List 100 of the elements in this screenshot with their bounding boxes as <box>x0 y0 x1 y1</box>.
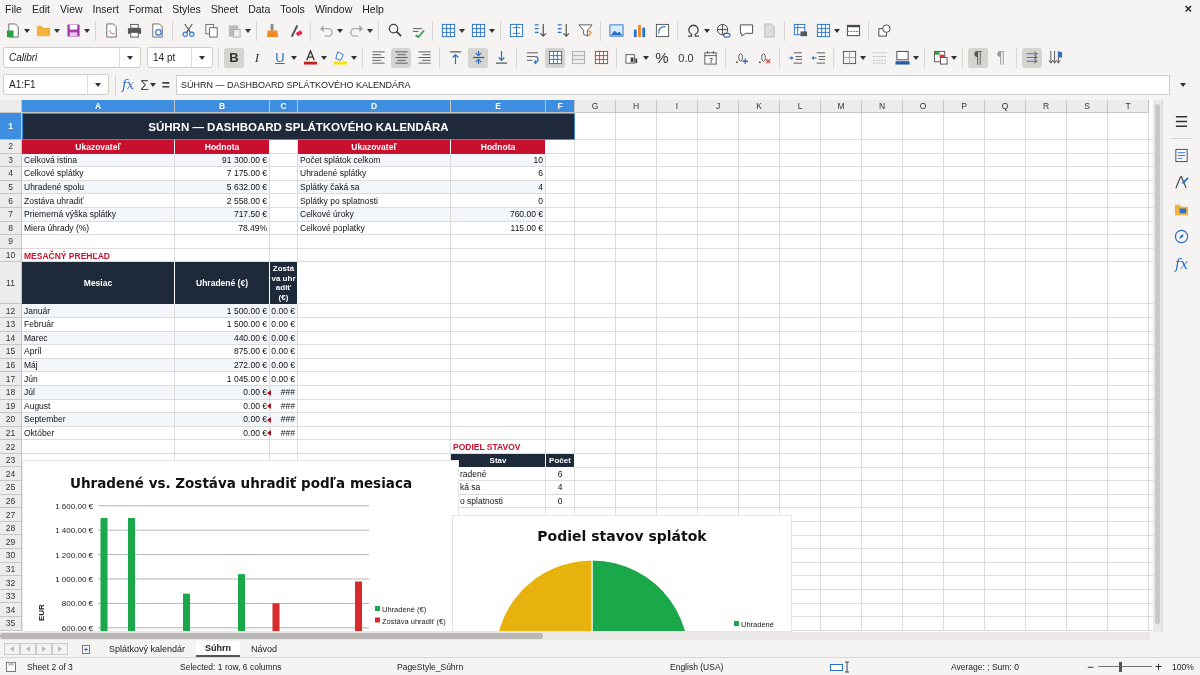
column-header[interactable]: J <box>698 100 739 113</box>
gallery-icon[interactable] <box>1174 202 1189 217</box>
menu-item[interactable]: Data <box>248 2 278 15</box>
number-button[interactable]: 0.0 <box>675 47 697 68</box>
zoom-out-button[interactable]: − <box>1087 659 1094 674</box>
caret-icon[interactable] <box>84 28 90 33</box>
row-header[interactable]: 20 <box>0 413 22 427</box>
align-button[interactable] <box>391 47 411 68</box>
column-header[interactable]: S <box>1067 100 1108 113</box>
row-header[interactable]: 17 <box>0 372 22 386</box>
caret-icon[interactable] <box>489 28 495 33</box>
menu-item[interactable]: Sheet <box>210 2 246 15</box>
name-box[interactable]: A1:F1 <box>3 74 109 95</box>
menu-icon[interactable] <box>1174 114 1189 129</box>
caret-icon[interactable] <box>24 28 30 33</box>
compass-icon[interactable] <box>1174 229 1189 244</box>
properties-icon[interactable] <box>1174 148 1189 163</box>
caret-icon[interactable] <box>337 28 343 33</box>
row-header[interactable]: 34 <box>0 603 22 617</box>
italic-button[interactable]: I <box>247 47 267 68</box>
document-icon[interactable] <box>5 660 17 673</box>
caret-icon[interactable] <box>245 28 251 33</box>
row-header[interactable]: 22 <box>0 440 22 454</box>
row-header[interactable]: 6 <box>0 194 22 208</box>
vertical-scrollbar[interactable] <box>1153 100 1162 632</box>
sum-button[interactable]: Σ <box>140 76 149 93</box>
close-button[interactable]: × <box>1184 1 1192 16</box>
menu-item[interactable]: Edit <box>31 2 57 15</box>
menu-item[interactable]: File <box>5 2 29 15</box>
row-header[interactable]: 29 <box>0 535 22 550</box>
menu-item[interactable]: Tools <box>280 2 312 15</box>
text-direction-button[interactable]: ¶ <box>968 47 988 68</box>
row-header[interactable]: 24 <box>0 467 22 482</box>
function-wizard-button[interactable]: fx <box>122 77 135 92</box>
underline-button[interactable]: U <box>270 47 290 68</box>
sheet-tab[interactable]: Návod <box>242 641 287 656</box>
caret-icon[interactable] <box>459 28 465 33</box>
caret-icon[interactable] <box>1180 82 1186 87</box>
bold-button[interactable]: B <box>224 47 244 68</box>
column-header[interactable]: H <box>616 100 657 113</box>
add-sheet-icon[interactable] <box>80 642 92 655</box>
styles-icon[interactable] <box>1174 175 1189 190</box>
menu-item[interactable]: Window <box>314 2 360 15</box>
row-header[interactable]: 25 <box>0 481 22 495</box>
caret-icon[interactable] <box>913 55 919 60</box>
column-header[interactable]: R <box>1026 100 1067 113</box>
text-flow-button[interactable] <box>1022 47 1042 68</box>
column-header[interactable]: I <box>657 100 698 113</box>
caret-icon[interactable] <box>54 28 60 33</box>
merge-button[interactable] <box>545 47 565 68</box>
caret-icon[interactable] <box>643 55 649 60</box>
sheet-tab[interactable]: Splátkový kalendár <box>100 641 195 656</box>
row-header[interactable]: 11 <box>0 262 22 305</box>
row-header[interactable]: 4 <box>0 167 22 181</box>
zoom-slider-thumb[interactable] <box>1118 661 1122 672</box>
column-header[interactable]: M <box>821 100 862 113</box>
caret-icon[interactable] <box>367 28 373 33</box>
column-header[interactable]: K <box>739 100 780 113</box>
percent-button[interactable]: % <box>652 47 672 68</box>
row-header[interactable]: 2 <box>0 140 22 154</box>
vertical-align-button[interactable] <box>468 47 488 68</box>
row-header[interactable]: 12 <box>0 304 22 318</box>
caret-icon[interactable] <box>321 55 327 60</box>
functions-button[interactable]: fx <box>1174 256 1189 272</box>
row-header[interactable]: 27 <box>0 508 22 522</box>
menu-item[interactable]: Insert <box>92 2 126 15</box>
caret-icon[interactable] <box>95 82 101 87</box>
formula-button[interactable]: = <box>161 76 170 93</box>
zoom-in-button[interactable]: + <box>1155 659 1162 674</box>
row-header[interactable]: 15 <box>0 345 22 359</box>
horizontal-scrollbar[interactable] <box>0 632 1150 640</box>
caret-icon[interactable] <box>127 55 133 60</box>
selection-mode-icon[interactable] <box>830 660 852 673</box>
column-header[interactable]: T <box>1108 100 1149 113</box>
caret-icon[interactable] <box>860 55 866 60</box>
column-header[interactable]: Q <box>985 100 1026 113</box>
caret-icon[interactable] <box>704 28 710 33</box>
caret-icon[interactable] <box>351 55 357 60</box>
row-header[interactable]: 9 <box>0 235 22 249</box>
caret-icon[interactable] <box>149 82 156 87</box>
menu-item[interactable]: Styles <box>172 2 208 15</box>
column-header[interactable]: N <box>862 100 903 113</box>
menu-item[interactable]: Help <box>362 2 391 15</box>
row-header[interactable]: 35 <box>0 617 22 631</box>
row-header[interactable]: 32 <box>0 576 22 590</box>
column-header[interactable]: G <box>575 100 616 113</box>
sheet-tab[interactable]: Súhrn <box>196 640 241 657</box>
font-name-field[interactable]: Calibri <box>3 47 141 68</box>
menu-item[interactable]: View <box>60 2 90 15</box>
row-header[interactable]: 30 <box>0 549 22 563</box>
menu-item[interactable]: Format <box>128 2 170 15</box>
font-size-field[interactable]: 14 pt <box>147 47 213 68</box>
caret-icon[interactable] <box>199 55 205 60</box>
column-header[interactable]: L <box>780 100 821 113</box>
caret-icon[interactable] <box>951 55 957 60</box>
column-header[interactable]: P <box>944 100 985 113</box>
formula-input[interactable]: SÚHRN — DASHBOARD SPLÁTKOVÉHO KALENDÁRA <box>176 74 1170 95</box>
zoom-slider[interactable] <box>1098 661 1152 672</box>
caret-icon[interactable] <box>291 55 297 60</box>
column-header[interactable]: O <box>903 100 944 113</box>
